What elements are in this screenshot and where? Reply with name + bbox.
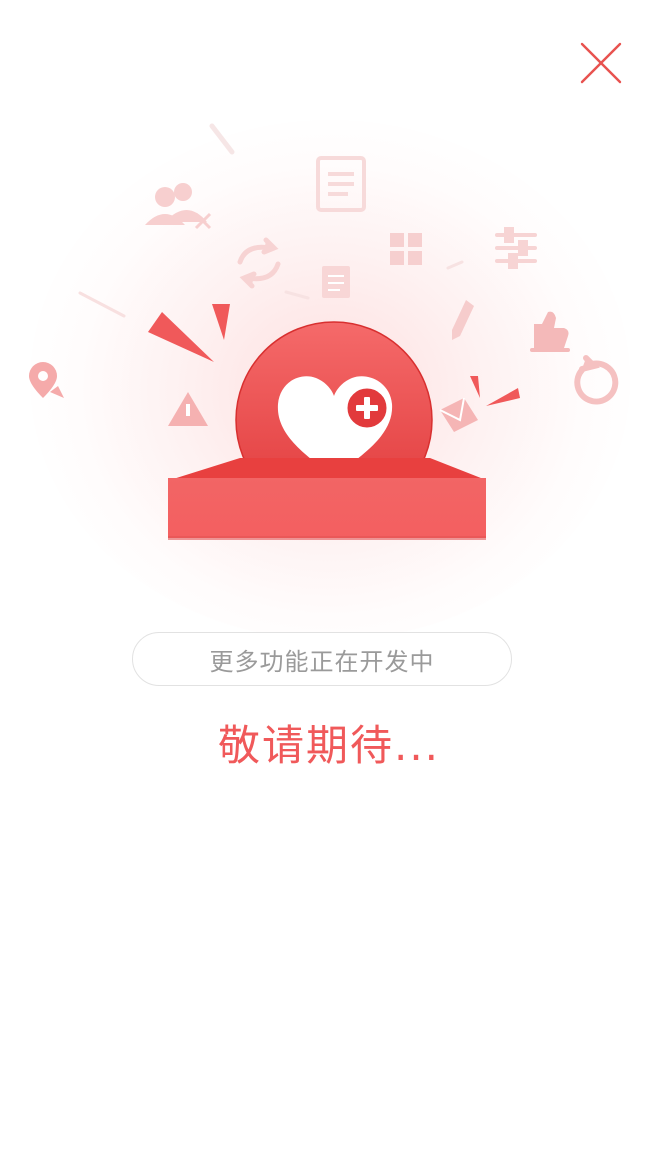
development-status-pill: 更多功能正在开发中 (132, 632, 512, 686)
refresh-arrows-icon (237, 237, 281, 289)
coming-soon-illustration (29, 123, 619, 540)
grid-icon (390, 233, 422, 265)
users-icon (145, 183, 212, 230)
close-icon (580, 42, 622, 84)
rotate-icon (574, 355, 619, 405)
confetti-right (470, 376, 520, 406)
pencil-icon (452, 300, 474, 340)
confetti-left (148, 304, 230, 362)
location-pin-icon (29, 362, 64, 398)
thumbs-up-icon (530, 311, 570, 352)
stay-tuned-text: 敬请期待... (217, 721, 441, 770)
warning-icon (168, 392, 208, 426)
sliders-icon (495, 227, 537, 269)
document-icon (322, 266, 350, 298)
development-status-text: 更多功能正在开发中 (209, 647, 435, 676)
clipboard-icon (316, 156, 366, 212)
feature-coming-soon-screen: 更多功能正在开发中 敬请期待... (0, 0, 658, 1170)
gift-box (168, 458, 486, 540)
envelope-icon (439, 397, 478, 432)
close-button[interactable] (576, 38, 626, 88)
